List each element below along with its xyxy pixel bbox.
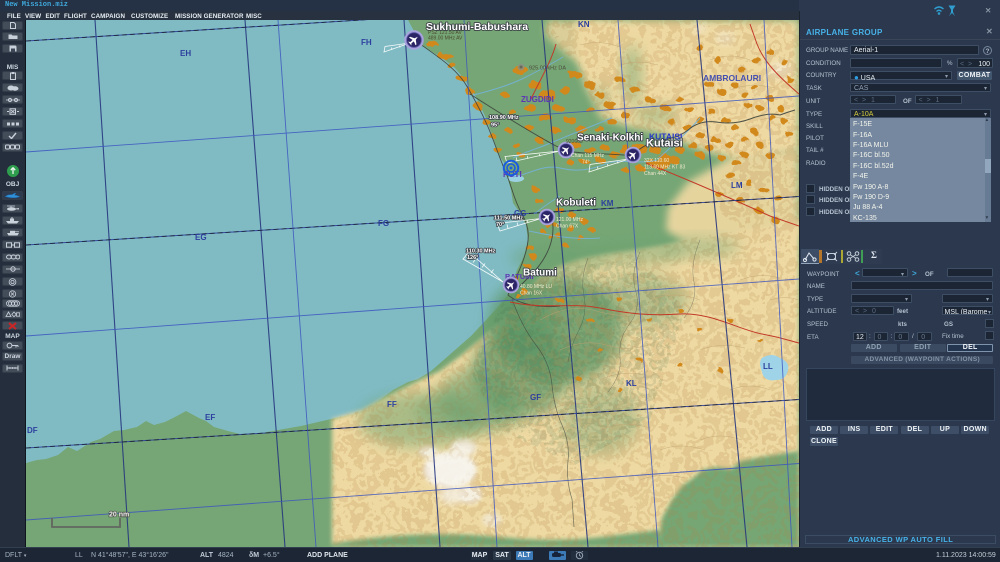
svg-text:KM: KM (601, 199, 614, 208)
svg-text:LL: LL (763, 362, 773, 371)
svg-text:LM: LM (731, 181, 743, 190)
svg-text:ZUGDIDI: ZUGDIDI (521, 95, 554, 104)
svg-text:70°: 70° (496, 222, 504, 228)
svg-text:Chan 16X: Chan 16X (520, 291, 543, 297)
svg-text:EF: EF (205, 413, 215, 422)
svg-text:20 nm: 20 nm (109, 512, 129, 519)
svg-text:489.00 MHz AV: 489.00 MHz AV (428, 36, 463, 42)
svg-text:113.60 MHz KT 83: 113.60 MHz KT 83 (644, 165, 685, 171)
svg-text:AMBROLAURI: AMBROLAURI (703, 73, 761, 83)
svg-text:111.50 MHz: 111.50 MHz (494, 216, 523, 222)
svg-text:Sukhumi-Babushara: Sukhumi-Babushara (426, 21, 528, 33)
svg-text:Chan 67X: Chan 67X (556, 224, 579, 230)
svg-text:Kutaisi: Kutaisi (646, 138, 683, 150)
svg-text:32X 110.60: 32X 110.60 (644, 158, 669, 164)
svg-text:74°: 74° (582, 160, 590, 166)
svg-text:Chan 115 MHz: Chan 115 MHz (571, 153, 604, 159)
svg-text:FH: FH (361, 38, 372, 47)
svg-text:Chan 44X: Chan 44X (644, 171, 667, 177)
svg-text:121.00 MHz: 121.00 MHz (556, 217, 583, 223)
svg-text:EH: EH (180, 49, 191, 58)
svg-text:GF: GF (530, 393, 541, 402)
svg-text:Kobuleti: Kobuleti (556, 198, 596, 209)
svg-text:FF: FF (387, 400, 397, 409)
svg-text:40.80 MHz LU: 40.80 MHz LU (520, 284, 552, 290)
svg-text:DF: DF (27, 426, 38, 435)
svg-text:KN: KN (578, 20, 590, 29)
svg-text:FG: FG (378, 219, 389, 228)
svg-text:110.30 MHz: 110.30 MHz (466, 248, 496, 254)
svg-text:KL: KL (626, 379, 637, 388)
svg-text:Batumi: Batumi (523, 268, 557, 279)
svg-text:Senaki-Kolkhi: Senaki-Kolkhi (577, 133, 643, 144)
svg-text:925.00 kHz DA: 925.00 kHz DA (529, 66, 566, 72)
svg-text:108.90 MHz: 108.90 MHz (489, 115, 519, 121)
svg-text:EG: EG (195, 233, 207, 242)
svg-text:126°: 126° (467, 255, 478, 261)
svg-text:95°: 95° (491, 123, 499, 129)
